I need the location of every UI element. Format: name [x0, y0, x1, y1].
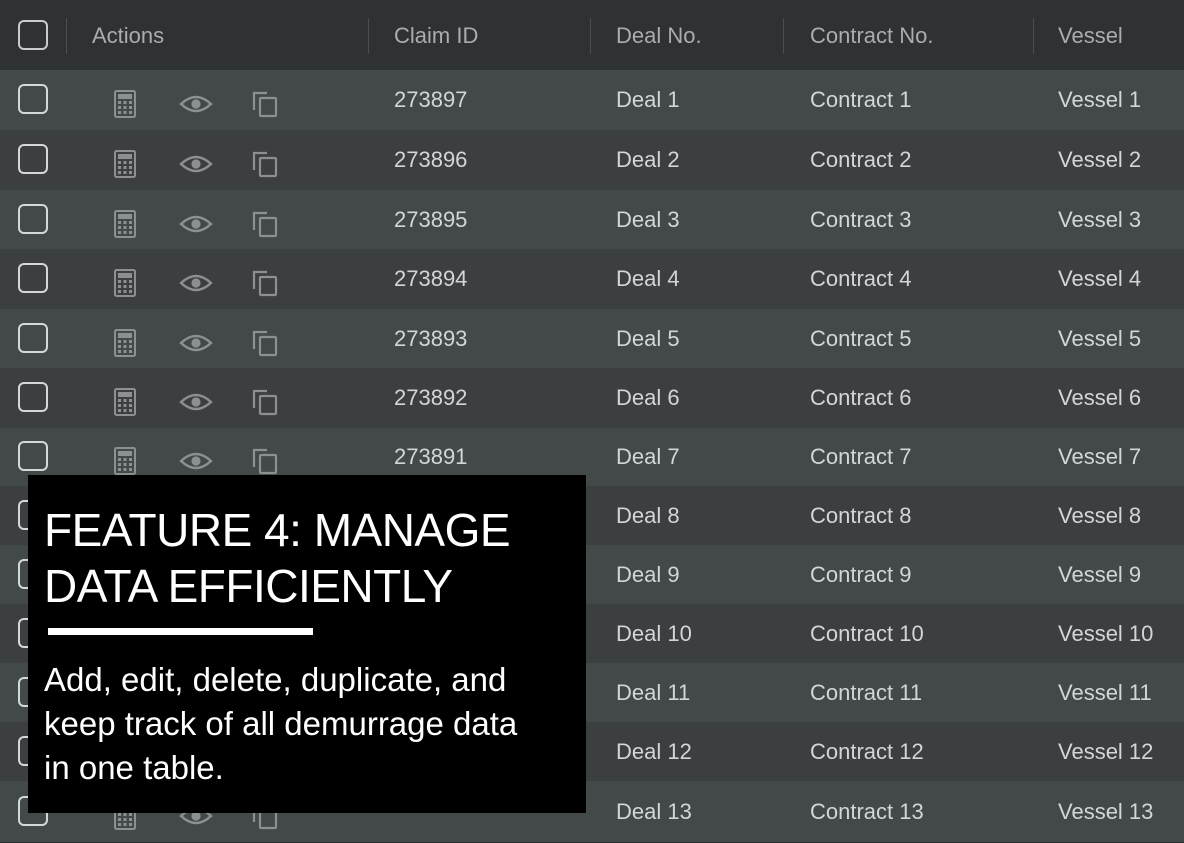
cell-claim-id: 273897 [394, 87, 468, 112]
feature-description-line: keep track of all demurrage data [44, 705, 518, 742]
table-row[interactable]: 273896 Deal 2 Contract 2 Vessel 2 [0, 130, 1184, 191]
column-divider [66, 18, 67, 54]
calculator-icon[interactable] [114, 328, 136, 362]
duplicate-icon[interactable] [251, 269, 279, 302]
eye-icon[interactable] [179, 273, 213, 298]
column-divider [783, 18, 784, 54]
cell-contract-no: Contract 1 [810, 87, 912, 112]
cell-contract-no: Contract 9 [810, 561, 912, 587]
cell-contract-no: Contract 2 [810, 147, 912, 172]
cell-vessel: Vessel 2 [1058, 147, 1142, 172]
cell-deal-no: Deal 9 [616, 561, 680, 587]
cell-deal-no: Deal 8 [616, 502, 680, 528]
row-checkbox[interactable] [18, 441, 48, 471]
row-checkbox[interactable] [18, 84, 48, 114]
calculator-icon[interactable] [114, 388, 136, 421]
select-all-checkbox[interactable] [18, 20, 48, 50]
cell-vessel: Vessel 3 [1058, 206, 1142, 232]
column-header-deal-no[interactable]: Deal No. [616, 0, 702, 70]
eye-icon[interactable] [179, 392, 213, 417]
eye-icon[interactable] [179, 451, 213, 476]
cell-deal-no: Deal 11 [616, 679, 691, 705]
duplicate-icon[interactable] [251, 329, 279, 362]
table-row[interactable]: 273897 Deal 1 Contract 1 Vessel 1 [0, 70, 1184, 131]
calculator-icon[interactable] [114, 150, 136, 183]
table-row[interactable]: 273893 Deal 5 Contract 5 Vessel 5 [0, 309, 1184, 369]
eye-icon[interactable] [179, 154, 213, 179]
cell-vessel: Vessel 6 [1058, 385, 1142, 410]
cell-claim-id: 273894 [394, 266, 468, 291]
cell-vessel: Vessel 1 [1058, 87, 1142, 112]
table-row[interactable]: 273894 Deal 4 Contract 4 Vessel 4 [0, 249, 1184, 310]
calculator-icon[interactable] [114, 269, 136, 302]
cell-deal-no: Deal 6 [616, 385, 680, 410]
column-divider [1033, 18, 1034, 54]
table-row[interactable]: 273895 Deal 3 Contract 3 Vessel 3 [0, 190, 1184, 250]
cell-contract-no: Contract 6 [810, 385, 912, 410]
cell-deal-no: Deal 7 [616, 444, 680, 469]
calculator-icon[interactable] [114, 90, 136, 123]
eye-icon[interactable] [179, 94, 213, 119]
cell-claim-id: 273892 [394, 385, 468, 410]
feature-callout: FEATURE 4: MANAGE DATA EFFICIENTLY Add, … [28, 475, 586, 813]
row-checkbox[interactable] [18, 144, 48, 174]
duplicate-icon[interactable] [251, 150, 279, 183]
cell-contract-no: Contract 11 [810, 679, 923, 705]
row-checkbox[interactable] [18, 322, 48, 353]
column-divider [590, 18, 591, 54]
cell-contract-no: Contract 5 [810, 325, 912, 351]
cell-claim-id: 273896 [394, 147, 468, 172]
cell-deal-no: Deal 12 [616, 738, 692, 764]
column-divider [368, 18, 369, 54]
cell-deal-no: Deal 13 [616, 798, 692, 824]
cell-deal-no: Deal 1 [616, 87, 680, 112]
cell-deal-no: Deal 3 [616, 206, 680, 232]
duplicate-icon[interactable] [251, 90, 279, 123]
cell-claim-id: 273893 [394, 325, 468, 351]
cell-deal-no: Deal 4 [616, 266, 680, 291]
feature-description: Add, edit, delete, duplicate, and keep t… [44, 658, 579, 790]
cell-vessel: Vessel 9 [1058, 561, 1142, 587]
cell-vessel: Vessel 12 [1058, 738, 1154, 764]
feature-description-line: Add, edit, delete, duplicate, and [44, 661, 507, 698]
column-header-vessel[interactable]: Vessel [1058, 0, 1123, 70]
column-header-claim-id[interactable]: Claim ID [394, 0, 478, 70]
duplicate-icon[interactable] [251, 210, 279, 243]
cell-contract-no: Contract 12 [810, 738, 924, 764]
cell-contract-no: Contract 8 [810, 502, 912, 528]
calculator-icon[interactable] [114, 209, 136, 243]
feature-title-line: FEATURE 4: MANAGE [44, 504, 511, 556]
cell-contract-no: Contract 10 [810, 620, 924, 646]
cell-vessel: Vessel 8 [1058, 502, 1142, 528]
cell-deal-no: Deal 2 [616, 147, 680, 172]
table-header: Actions Claim ID Deal No. Contract No. V… [0, 0, 1184, 71]
column-header-actions[interactable]: Actions [92, 0, 164, 70]
row-checkbox[interactable] [18, 263, 48, 293]
cell-vessel: Vessel 7 [1058, 444, 1142, 469]
feature-title: FEATURE 4: MANAGE DATA EFFICIENTLY [44, 502, 574, 614]
duplicate-icon[interactable] [251, 388, 279, 421]
feature-description-line: in one table. [44, 749, 224, 786]
feature-title-line: DATA EFFICIENTLY [44, 560, 453, 612]
cell-deal-no: Deal 10 [616, 620, 692, 646]
cell-vessel: Vessel 4 [1058, 266, 1142, 291]
cell-contract-no: Contract 7 [810, 444, 912, 469]
eye-icon[interactable] [179, 333, 213, 358]
cell-vessel: Vessel 11 [1058, 679, 1152, 705]
column-header-contract-no[interactable]: Contract No. [810, 0, 934, 70]
cell-claim-id: 273895 [394, 206, 468, 232]
title-underline [48, 628, 313, 635]
eye-icon[interactable] [179, 214, 213, 239]
cell-vessel: Vessel 13 [1058, 798, 1154, 824]
row-checkbox[interactable] [18, 382, 48, 412]
cell-deal-no: Deal 5 [616, 325, 680, 351]
cell-contract-no: Contract 4 [810, 266, 912, 291]
cell-vessel: Vessel 5 [1058, 325, 1142, 351]
cell-contract-no: Contract 13 [810, 798, 924, 824]
table-row[interactable]: 273892 Deal 6 Contract 6 Vessel 6 [0, 368, 1184, 429]
row-checkbox[interactable] [18, 203, 48, 234]
cell-contract-no: Contract 3 [810, 206, 912, 232]
cell-vessel: Vessel 10 [1058, 620, 1154, 646]
